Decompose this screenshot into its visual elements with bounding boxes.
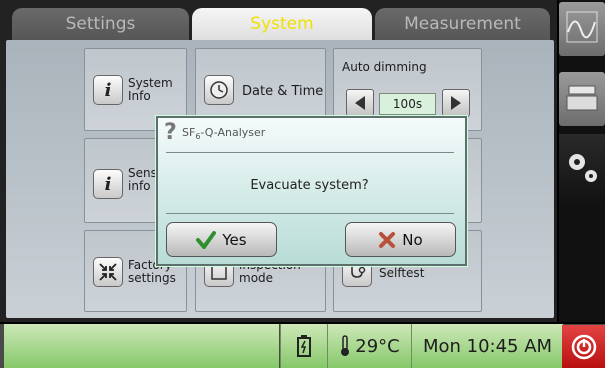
- temperature-indicator: 29°C: [327, 324, 411, 368]
- clock-display: Mon 10:45 AM: [411, 324, 563, 368]
- temperature-value: 29°C: [355, 335, 400, 357]
- arrows-in-icon: [93, 257, 123, 287]
- dimming-increase-button[interactable]: [442, 89, 470, 117]
- x-icon: [379, 231, 396, 248]
- date-time-label: Date & Time: [242, 84, 324, 99]
- thermometer-icon: [341, 335, 350, 356]
- selftest-label: Selftest: [379, 266, 425, 280]
- gears-icon: [569, 154, 597, 182]
- chart-icon: [566, 11, 598, 43]
- question-icon: ?: [164, 120, 177, 145]
- dialog-title-prefix: SF: [182, 126, 196, 139]
- dialog-title-suffix: -Q-Analyser: [200, 126, 266, 139]
- tab-settings[interactable]: Settings: [12, 8, 189, 42]
- dialog-message: Evacuate system?: [250, 178, 369, 193]
- sensor-info-line2: info: [128, 179, 151, 193]
- sidebar-measurement-button[interactable]: [559, 2, 605, 56]
- system-info-label: System Info: [128, 77, 173, 103]
- tab-measurement[interactable]: Measurement: [375, 8, 550, 42]
- info-icon: i: [93, 169, 123, 199]
- system-info-line2: Info: [128, 89, 151, 103]
- tab-bar: Settings System Measurement: [6, 8, 554, 42]
- power-button[interactable]: [562, 325, 605, 368]
- device-screen: Settings System Measurement i System Inf…: [0, 0, 605, 368]
- dialog-divider-top: [166, 152, 454, 153]
- factory-settings-line2: settings: [128, 271, 176, 285]
- check-icon: [196, 230, 217, 249]
- sensor-info-label: Sens info: [128, 167, 157, 193]
- tray-icon: [566, 85, 598, 111]
- dimming-decrease-button[interactable]: [346, 89, 374, 117]
- dialog-divider-bottom: [166, 213, 454, 214]
- info-icon: i: [93, 75, 123, 105]
- auto-dimming-label: Auto dimming: [342, 60, 427, 74]
- inspection-mode-line2: mode: [239, 271, 274, 285]
- dialog-title: SF6-Q-Analyser: [182, 126, 265, 141]
- clock-icon: [204, 75, 234, 105]
- confirm-dialog: ? SF6-Q-Analyser Evacuate system? Yes No: [156, 116, 467, 266]
- status-bar: 29°C Mon 10:45 AM: [0, 324, 605, 368]
- sidebar-storage-button[interactable]: [559, 72, 605, 126]
- power-icon: [571, 334, 596, 359]
- status-message-area: [4, 324, 279, 368]
- yes-label: Yes: [222, 230, 247, 249]
- battery-icon: [297, 335, 311, 357]
- yes-button[interactable]: Yes: [166, 222, 277, 257]
- right-sidebar: [559, 0, 605, 322]
- sidebar-settings-button[interactable]: [559, 134, 605, 206]
- tab-system[interactable]: System: [192, 8, 372, 42]
- no-button[interactable]: No: [345, 222, 456, 257]
- dimming-value-field[interactable]: 100s: [379, 93, 436, 115]
- battery-indicator: [280, 324, 327, 368]
- no-label: No: [402, 230, 423, 249]
- arrow-right-icon: [451, 96, 461, 110]
- arrow-left-icon: [355, 96, 365, 110]
